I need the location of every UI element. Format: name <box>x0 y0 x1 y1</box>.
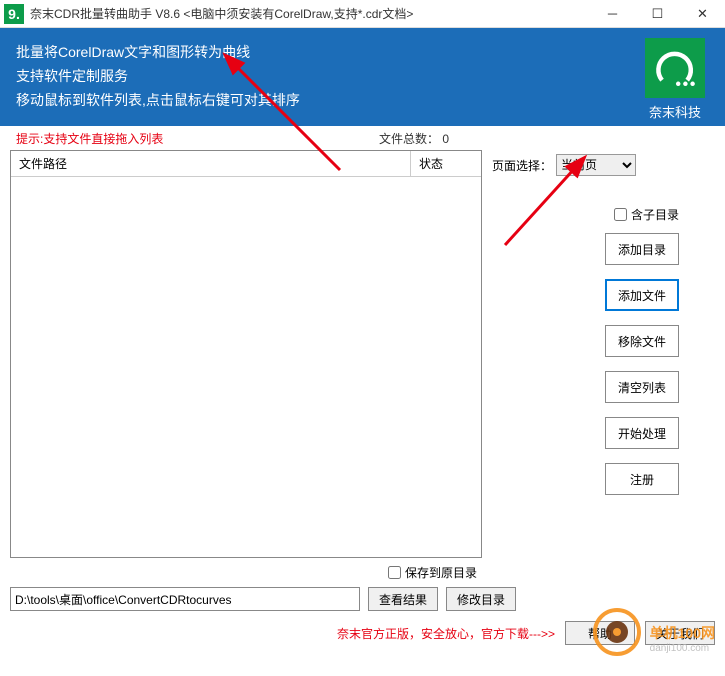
add-file-button[interactable]: 添加文件 <box>605 279 679 311</box>
clear-list-button[interactable]: 清空列表 <box>605 371 679 403</box>
file-count: 文件总数： 0 <box>379 130 449 147</box>
banner-text: 批量将CorelDraw文字和图形转为曲线 支持软件定制服务 移动鼠标到软件列表… <box>16 40 300 114</box>
page-select-row: 页面选择： 当前页 <box>492 154 715 176</box>
banner-line1: 批量将CorelDraw文字和图形转为曲线 <box>16 40 300 64</box>
column-path[interactable]: 文件路径 <box>11 151 411 176</box>
banner-line3: 移动鼠标到软件列表,点击鼠标右键可对其排序 <box>16 88 300 112</box>
brand-logo: 奈末科技 <box>645 38 705 121</box>
view-result-button[interactable]: 查看结果 <box>368 587 438 611</box>
output-path-input[interactable] <box>10 587 360 611</box>
watermark-text: 单机100网 danji100.com <box>650 623 715 654</box>
main-area: 文件路径 状态 页面选择： 当前页 含子目录 添加目录 添加文件 移除文件 清空… <box>0 150 725 558</box>
save-original-row: 保存到原目录 <box>0 558 725 585</box>
page-select[interactable]: 当前页 <box>556 154 636 176</box>
titlebar: 9. 奈末CDR批量转曲助手 V8.6 <电脑中须安装有CorelDraw,支持… <box>0 0 725 28</box>
app-icon: 9. <box>4 4 24 24</box>
remove-file-button[interactable]: 移除文件 <box>605 325 679 357</box>
column-status[interactable]: 状态 <box>411 151 481 176</box>
close-button[interactable]: ✕ <box>680 0 725 28</box>
start-process-button[interactable]: 开始处理 <box>605 417 679 449</box>
action-buttons: 添加目录 添加文件 移除文件 清空列表 开始处理 注册 <box>492 233 715 495</box>
file-list[interactable]: 文件路径 状态 <box>10 150 482 558</box>
list-header: 文件路径 状态 <box>11 151 481 177</box>
watermark: 单机100网 danji100.com <box>593 608 715 656</box>
include-subdir-label: 含子目录 <box>631 206 679 223</box>
banner: 批量将CorelDraw文字和图形转为曲线 支持软件定制服务 移动鼠标到软件列表… <box>0 28 725 126</box>
window-controls: ─ ☐ ✕ <box>590 0 725 28</box>
drag-hint: 提示:支持文件直接拖入列表 <box>16 130 163 147</box>
logo-icon <box>645 38 705 98</box>
register-button[interactable]: 注册 <box>605 463 679 495</box>
footer-label: 奈末官方正版，安全放心，官方下载--->> <box>337 625 555 642</box>
banner-line2: 支持软件定制服务 <box>16 64 300 88</box>
side-panel: 页面选择： 当前页 含子目录 添加目录 添加文件 移除文件 清空列表 开始处理 … <box>492 150 715 558</box>
save-original-checkbox[interactable] <box>388 566 401 579</box>
brand-name: 奈末科技 <box>645 102 705 121</box>
maximize-button[interactable]: ☐ <box>635 0 680 28</box>
minimize-button[interactable]: ─ <box>590 0 635 28</box>
include-subdir-row: 含子目录 <box>492 206 715 223</box>
add-dir-button[interactable]: 添加目录 <box>605 233 679 265</box>
hint-row: 提示:支持文件直接拖入列表 文件总数： 0 <box>0 126 725 150</box>
watermark-icon <box>593 608 641 656</box>
window-title: 奈末CDR批量转曲助手 V8.6 <电脑中须安装有CorelDraw,支持*.c… <box>30 5 413 22</box>
save-original-label: 保存到原目录 <box>405 564 477 581</box>
include-subdir-checkbox[interactable] <box>614 208 627 221</box>
modify-dir-button[interactable]: 修改目录 <box>446 587 516 611</box>
page-select-label: 页面选择： <box>492 157 552 174</box>
